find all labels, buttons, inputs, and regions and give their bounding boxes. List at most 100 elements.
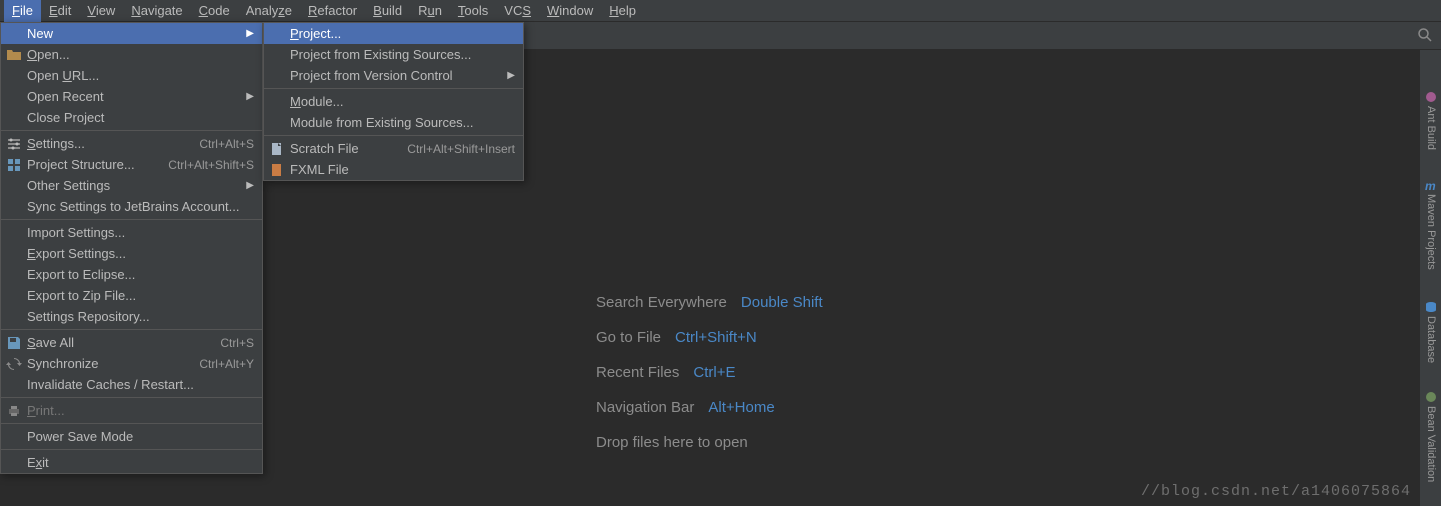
maven-icon: m — [1424, 178, 1438, 192]
menu-navigate[interactable]: Navigate — [123, 0, 190, 22]
menuitem-label: Open... — [27, 47, 70, 62]
menuitem-label: Close Project — [27, 110, 104, 125]
menuitem-label: Export Settings... — [27, 246, 126, 261]
menuitem-close-project[interactable]: Close Project — [1, 107, 262, 128]
hint-label: Go to File — [596, 329, 661, 346]
tool-tab-database[interactable]: Database — [1420, 300, 1441, 363]
menuitem-label: Sync Settings to JetBrains Account... — [27, 199, 239, 214]
menuitem-label: Export to Zip File... — [27, 288, 136, 303]
menuitem-label: Settings Repository... — [27, 309, 150, 324]
menuitem-label: Project Structure... — [27, 157, 135, 172]
hint-label: Navigation Bar — [596, 399, 694, 416]
tool-tab-label: Bean Validation — [1425, 406, 1437, 482]
menu-view[interactable]: View — [79, 0, 123, 22]
menuitem-module-existing[interactable]: Module from Existing Sources... — [264, 112, 523, 133]
menuitem-label: Scratch File — [290, 141, 359, 156]
settings-icon — [6, 136, 22, 152]
menuitem-label: Open URL... — [27, 68, 99, 83]
menuitem-export-settings[interactable]: Export Settings... — [1, 243, 262, 264]
menuitem-label: Power Save Mode — [27, 429, 133, 444]
menu-tools[interactable]: Tools — [450, 0, 496, 22]
hint-label: Recent Files — [596, 364, 679, 381]
menuitem-exit[interactable]: Exit — [1, 452, 262, 473]
hint-key: Double Shift — [741, 294, 823, 311]
menuitem-label: FXML File — [290, 162, 349, 177]
menu-run[interactable]: Run — [410, 0, 450, 22]
menuitem-label: Project from Version Control — [290, 68, 453, 83]
menuitem-project-vcs[interactable]: Project from Version Control ▶ — [264, 65, 523, 86]
menu-separator — [1, 219, 262, 220]
shortcut-label: Ctrl+S — [220, 336, 254, 350]
menuitem-print[interactable]: Print... — [1, 400, 262, 421]
menuitem-label: Settings... — [27, 136, 85, 151]
menuitem-power-save[interactable]: Power Save Mode — [1, 426, 262, 447]
menuitem-new-project[interactable]: Project... — [264, 23, 523, 44]
hint-label: Drop files here to open — [596, 434, 748, 451]
menuitem-label: Exit — [27, 455, 49, 470]
menu-separator — [1, 329, 262, 330]
menu-build[interactable]: Build — [365, 0, 410, 22]
menuitem-label: Open Recent — [27, 89, 104, 104]
menu-separator — [1, 449, 262, 450]
menuitem-settings-repository[interactable]: Settings Repository... — [1, 306, 262, 327]
hint-key: Alt+Home — [708, 399, 774, 416]
menuitem-export-zip[interactable]: Export to Zip File... — [1, 285, 262, 306]
tool-tab-ant[interactable]: Ant Build — [1420, 90, 1441, 150]
bean-icon — [1424, 390, 1438, 404]
folder-icon — [6, 47, 22, 63]
menuitem-synchronize[interactable]: Synchronize Ctrl+Alt+Y — [1, 353, 262, 374]
file-menu-dropdown: New ▶ Open... Open URL... Open Recent ▶ … — [0, 22, 263, 474]
save-icon — [6, 335, 22, 351]
menu-refactor[interactable]: Refactor — [300, 0, 365, 22]
menuitem-open-url[interactable]: Open URL... — [1, 65, 262, 86]
ant-icon — [1424, 90, 1438, 104]
menuitem-new[interactable]: New ▶ — [1, 23, 262, 44]
menuitem-open-recent[interactable]: Open Recent ▶ — [1, 86, 262, 107]
menuitem-project-structure[interactable]: Project Structure... Ctrl+Alt+Shift+S — [1, 154, 262, 175]
menuitem-label: Project from Existing Sources... — [290, 47, 471, 62]
menuitem-export-eclipse[interactable]: Export to Eclipse... — [1, 264, 262, 285]
menu-code[interactable]: Code — [191, 0, 238, 22]
structure-icon — [6, 157, 22, 173]
menuitem-label: Other Settings — [27, 178, 110, 193]
database-icon — [1424, 300, 1438, 314]
hint-goto-file: Go to File Ctrl+Shift+N — [596, 329, 823, 346]
menuitem-settings[interactable]: Settings... Ctrl+Alt+S — [1, 133, 262, 154]
menuitem-label: Synchronize — [27, 356, 99, 371]
tool-tab-maven[interactable]: m Maven Projects — [1420, 178, 1441, 270]
menuitem-project-existing[interactable]: Project from Existing Sources... — [264, 44, 523, 65]
menuitem-label: Module from Existing Sources... — [290, 115, 474, 130]
menuitem-sync-jetbrains[interactable]: Sync Settings to JetBrains Account... — [1, 196, 262, 217]
menu-vcs[interactable]: VCS — [496, 0, 539, 22]
menuitem-new-module[interactable]: Module... — [264, 91, 523, 112]
menu-edit[interactable]: Edit — [41, 0, 79, 22]
menuitem-save-all[interactable]: Save All Ctrl+S — [1, 332, 262, 353]
shortcut-label: Ctrl+Alt+S — [199, 137, 254, 151]
menuitem-other-settings[interactable]: Other Settings ▶ — [1, 175, 262, 196]
new-submenu: Project... Project from Existing Sources… — [263, 22, 524, 181]
print-icon — [6, 403, 22, 419]
menuitem-open[interactable]: Open... — [1, 44, 262, 65]
chevron-right-icon: ▶ — [246, 91, 254, 102]
search-icon[interactable] — [1417, 27, 1433, 43]
welcome-hints: Search Everywhere Double Shift Go to Fil… — [596, 294, 823, 451]
chevron-right-icon: ▶ — [246, 180, 254, 191]
menu-analyze[interactable]: Analyze — [238, 0, 300, 22]
menu-window[interactable]: Window — [539, 0, 601, 22]
menu-separator — [1, 130, 262, 131]
sync-icon — [6, 356, 22, 372]
menuitem-scratch-file[interactable]: Scratch File Ctrl+Alt+Shift+Insert — [264, 138, 523, 159]
hint-label: Search Everywhere — [596, 294, 727, 311]
hint-drop-files: Drop files here to open — [596, 434, 823, 451]
menu-separator — [1, 423, 262, 424]
menuitem-import-settings[interactable]: Import Settings... — [1, 222, 262, 243]
svg-text:m: m — [1425, 179, 1436, 192]
hint-key: Ctrl+E — [693, 364, 735, 381]
tool-tab-bean[interactable]: Bean Validation — [1420, 390, 1441, 482]
menu-separator — [264, 135, 523, 136]
menu-help[interactable]: Help — [601, 0, 644, 22]
menu-file[interactable]: File — [4, 0, 41, 22]
right-tool-strip: Ant Build m Maven Projects Database Bean… — [1419, 50, 1441, 506]
menuitem-invalidate-caches[interactable]: Invalidate Caches / Restart... — [1, 374, 262, 395]
menuitem-fxml-file[interactable]: FXML File — [264, 159, 523, 180]
